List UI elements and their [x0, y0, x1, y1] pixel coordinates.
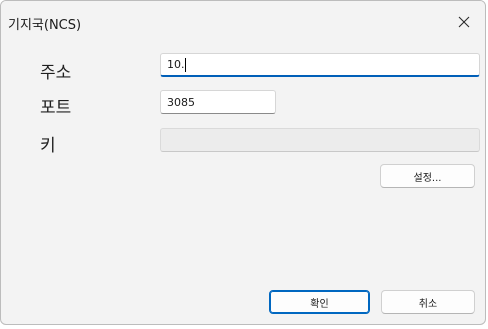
address-value: 10.	[167, 58, 185, 71]
key-input[interactable]	[160, 128, 480, 152]
cancel-button[interactable]: 취소	[381, 290, 475, 314]
window-title: 기지국(NCS)	[8, 18, 82, 33]
close-button[interactable]	[447, 7, 481, 37]
port-value: 3085	[167, 95, 195, 109]
dialog-window: 기지국(NCS) 주소 10. 포트 3085 키 설정... 확인 취소	[0, 0, 486, 325]
close-icon	[458, 16, 470, 28]
address-label: 주소	[40, 63, 72, 83]
text-caret	[184, 57, 186, 72]
settings-button[interactable]: 설정...	[380, 164, 475, 188]
ok-button[interactable]: 확인	[269, 290, 370, 314]
key-label: 키	[40, 136, 56, 156]
address-input[interactable]: 10.	[160, 53, 480, 77]
title-bar: 기지국(NCS)	[1, 1, 485, 43]
port-label: 포트	[40, 98, 72, 118]
port-input[interactable]: 3085	[160, 90, 276, 114]
